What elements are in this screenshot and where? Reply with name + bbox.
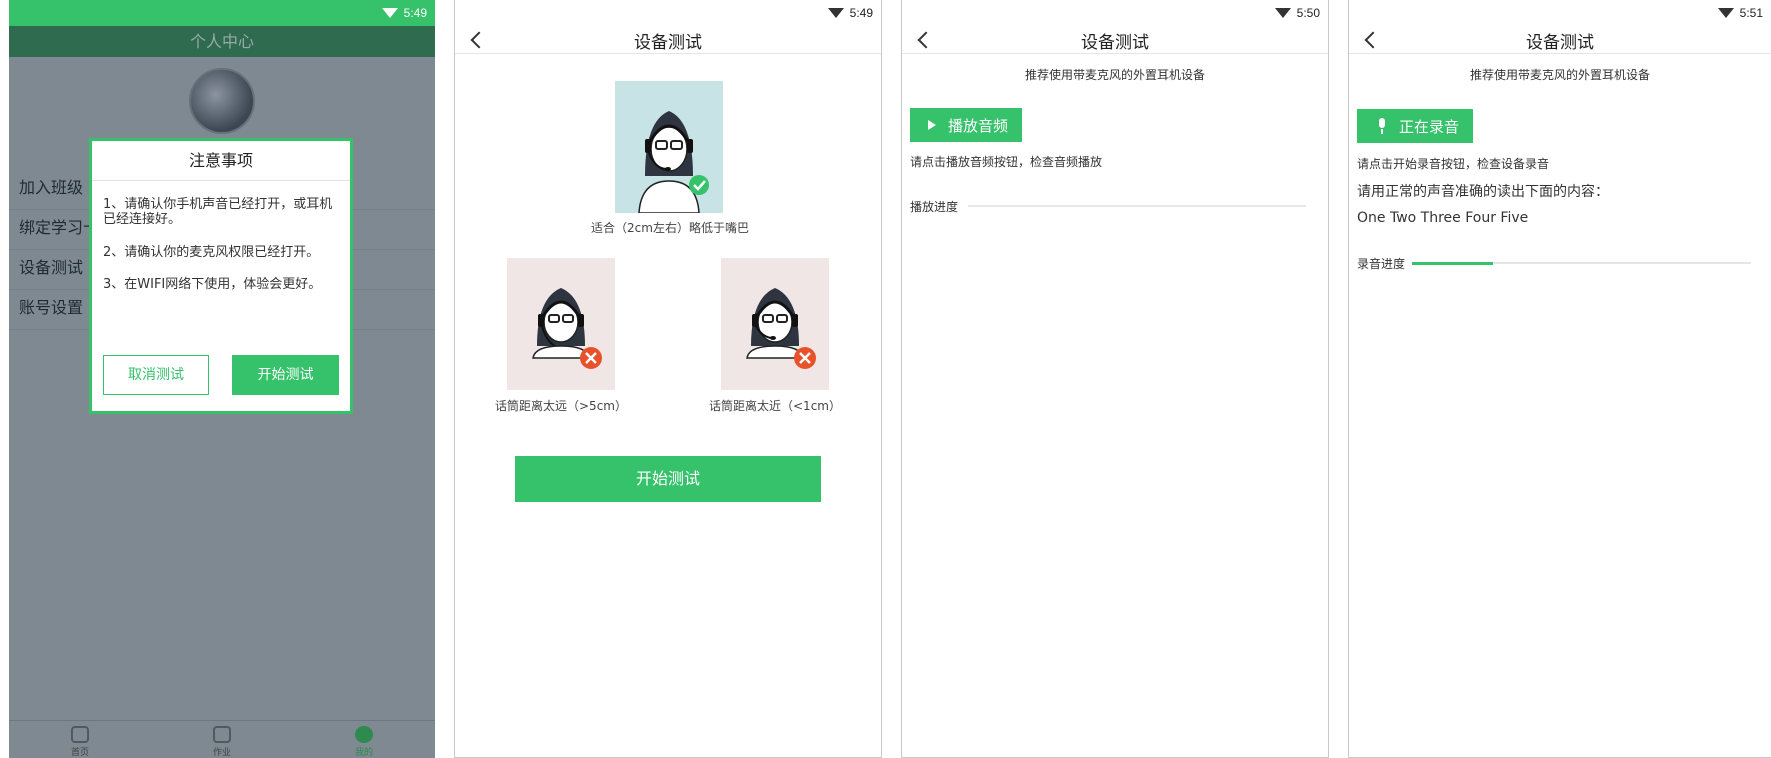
nav-bar: 设备测试	[902, 26, 1328, 54]
tab-mine[interactable]: 我的	[293, 721, 435, 758]
tab-home[interactable]: 首页	[9, 721, 151, 758]
status-time: 5:49	[403, 6, 427, 20]
dialog-title: 注意事项	[92, 141, 350, 181]
dialog-note-3: 3、在WIFI网络下使用，体验会更好。	[103, 277, 322, 292]
homework-icon	[213, 726, 231, 743]
wifi-icon	[381, 8, 398, 18]
nav-bar: 设备测试	[455, 26, 881, 54]
status-time: 5:49	[849, 6, 873, 20]
headset-hint: 推荐使用带麦克风的外置耳机设备	[1024, 68, 1205, 82]
recording-button[interactable]: 正在录音	[1357, 109, 1474, 143]
too-near-caption: 话筒距离太近（<1cm）	[709, 399, 841, 413]
dialog-note-2: 2、请确认你的麦克风权限已经打开。	[103, 245, 320, 260]
correct-position-caption: 适合（2cm左右）略低于嘴巴	[591, 221, 749, 235]
recording-progress-bar	[1412, 261, 1751, 265]
status-bar: 5:51	[1349, 0, 1771, 26]
start-test-button[interactable]: 开始测试	[232, 355, 339, 395]
play-audio-button[interactable]: 播放音频	[910, 108, 1023, 142]
page-title: 设备测试	[634, 33, 702, 53]
dialog-note-1: 1、请确认你手机声音已经打开，或耳机已经连接好。	[103, 197, 333, 227]
home-icon	[71, 726, 89, 743]
check-icon	[689, 175, 709, 195]
wifi-icon	[827, 8, 844, 18]
recording-progress-fill	[1412, 261, 1494, 265]
playback-instruction: 请点击播放音频按钮，检查音频播放	[910, 155, 1103, 169]
nav-bar: 设备测试	[1349, 26, 1771, 54]
tab-home-label: 首页	[70, 748, 89, 758]
status-time: 5:51	[1739, 6, 1763, 20]
headset-hint: 推荐使用带麦克风的外置耳机设备	[1469, 68, 1650, 82]
page-title: 设备测试	[1526, 33, 1594, 53]
read-text: One Two Three Four Five	[1357, 210, 1529, 226]
correct-position-illustration	[615, 81, 723, 214]
wifi-icon	[1717, 8, 1734, 18]
play-icon	[928, 120, 936, 130]
recording-label: 正在录音	[1399, 117, 1460, 136]
microphone-icon	[1375, 118, 1389, 134]
recording-progress-label: 录音进度	[1357, 257, 1406, 271]
too-far-caption: 话筒距离太远（>5cm）	[495, 399, 627, 413]
cancel-test-button[interactable]: 取消测试	[103, 355, 209, 395]
page-title: 设备测试	[1081, 33, 1149, 53]
playback-progress-bar	[968, 205, 1306, 207]
status-bar: 5:50	[902, 0, 1328, 26]
playback-progress-label: 播放进度	[910, 200, 959, 214]
tab-homework[interactable]: 作业	[151, 721, 293, 758]
bottom-nav: 首页 作业 我的	[9, 720, 435, 758]
play-audio-label: 播放音频	[948, 116, 1009, 135]
start-test-button[interactable]: 开始测试	[515, 456, 821, 502]
recording-instruction: 请点击开始录音按钮，检查设备录音	[1357, 157, 1550, 171]
device-test-intro-screen: 5:49 设备测试 适合（2cm左右）略低于嘴巴 话筒距离太远（>5cm） 话筒…	[454, 0, 882, 758]
too-far-illustration	[507, 258, 615, 390]
wifi-icon	[1274, 8, 1291, 18]
status-time: 5:50	[1296, 6, 1320, 20]
recording-test-screen: 5:51 设备测试 推荐使用带麦克风的外置耳机设备 正在录音 请点击开始录音按钮…	[1348, 0, 1771, 758]
status-bar: 5:49	[9, 0, 435, 26]
tab-homework-label: 作业	[212, 748, 231, 758]
avatar[interactable]	[189, 68, 255, 134]
personal-center-screen: 5:49 个人中心 加入班级 绑定学习卡 设备测试 账号设置 首页 作业 我的 …	[9, 0, 435, 758]
too-near-illustration	[721, 258, 829, 390]
page-title: 个人中心	[9, 26, 435, 57]
tab-mine-label: 我的	[354, 748, 373, 758]
status-bar: 5:49	[455, 0, 881, 26]
audio-playback-test-screen: 5:50 设备测试 推荐使用带麦克风的外置耳机设备 播放音频 请点击播放音频按钮…	[901, 0, 1329, 758]
notice-dialog: 注意事项 1、请确认你手机声音已经打开，或耳机已经连接好。 2、请确认你的麦克风…	[89, 138, 353, 414]
read-prompt: 请用正常的声音准确的读出下面的内容：	[1357, 184, 1609, 200]
mine-icon	[355, 726, 373, 743]
